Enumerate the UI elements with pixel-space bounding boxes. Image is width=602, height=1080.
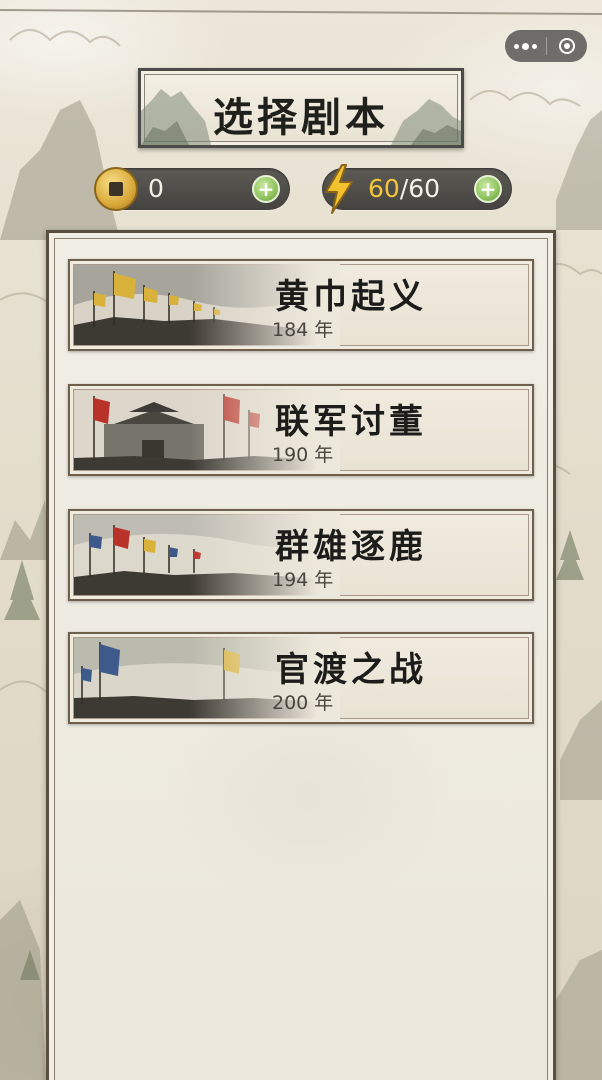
add-energy-button[interactable]: + <box>474 175 502 203</box>
scenario-card-qunxiong[interactable]: 群雄逐鹿 194 年 <box>68 509 534 601</box>
more-menu-button[interactable] <box>505 30 546 62</box>
page-title: 选择剧本 <box>213 94 389 141</box>
energy-value: 60/60 <box>368 174 440 203</box>
scenario-card-huangjin[interactable]: 黄巾起义 184 年 <box>68 259 534 351</box>
energy-current: 60 <box>368 174 400 203</box>
energy-max: 60 <box>408 174 441 203</box>
scenario-year: 200 年 <box>272 692 334 714</box>
plus-icon: + <box>257 177 275 201</box>
scenario-name: 黄巾起义 <box>275 277 427 317</box>
scenario-name: 联军讨董 <box>275 402 427 442</box>
energy-counter: 60/60 + <box>322 164 512 214</box>
scenario-name: 官渡之战 <box>275 650 427 690</box>
miniprogram-capsule <box>505 30 587 62</box>
energy-separator: / <box>399 174 409 203</box>
scenario-card-guandu[interactable]: 官渡之战 200 年 <box>68 632 534 724</box>
title-plaque: 选择剧本 <box>138 68 464 148</box>
close-miniprogram-button[interactable] <box>547 30 588 62</box>
scenario-year: 190 年 <box>272 444 334 466</box>
coin-counter: 0 + <box>94 167 290 211</box>
target-circle-icon <box>558 38 575 54</box>
scenario-card-lianjun[interactable]: 联军讨董 190 年 <box>68 384 534 476</box>
coin-icon <box>94 167 138 211</box>
plus-icon: + <box>479 177 497 201</box>
coin-value: 0 <box>148 174 164 203</box>
lightning-bolt-icon <box>325 164 353 214</box>
more-dots-icon <box>513 42 537 50</box>
scenario-year: 194 年 <box>272 569 334 591</box>
scenario-name: 群雄逐鹿 <box>275 527 427 567</box>
scenario-year: 184 年 <box>272 319 334 341</box>
add-coins-button[interactable]: + <box>252 175 280 203</box>
